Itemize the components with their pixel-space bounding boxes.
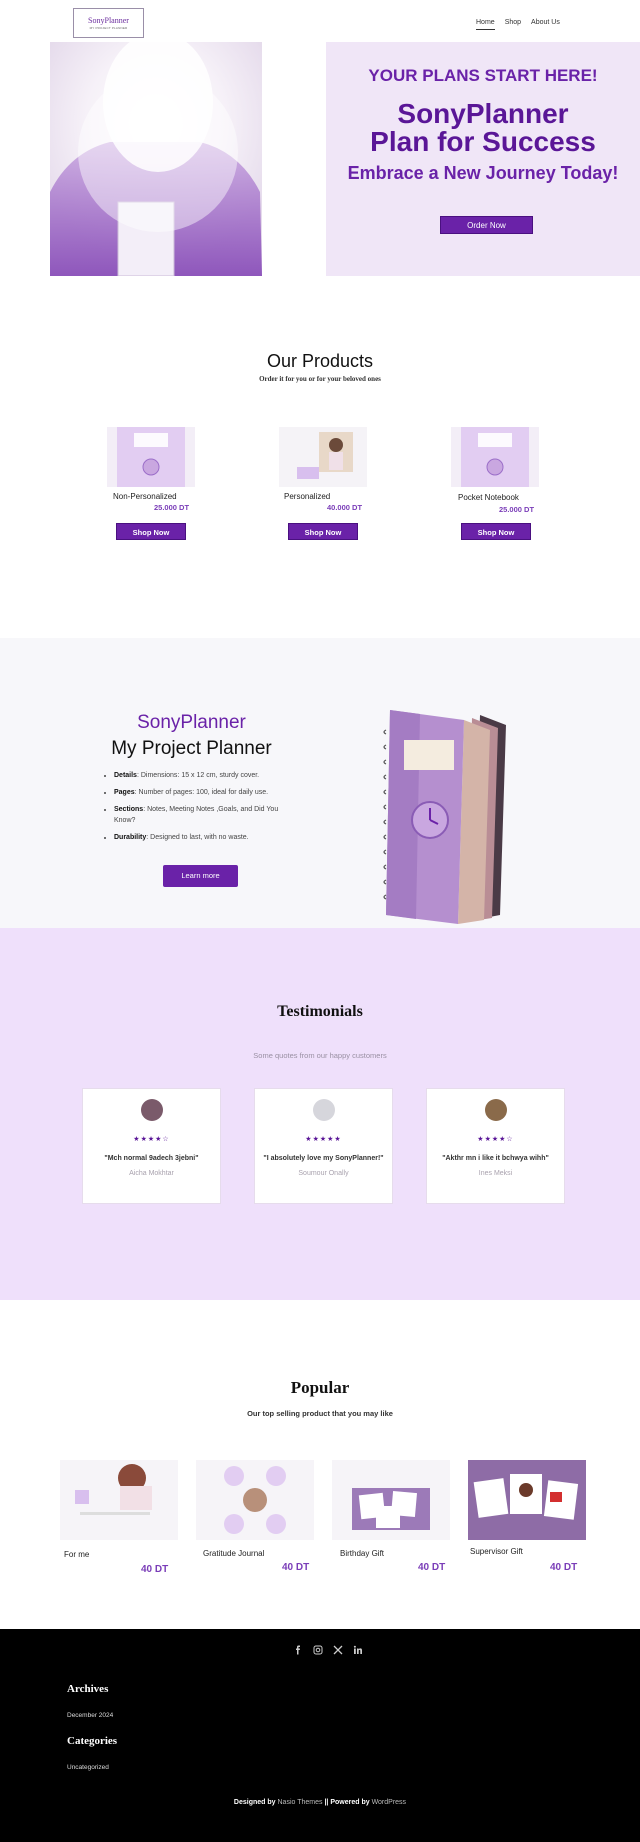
avatar — [312, 1099, 335, 1121]
popular-name: Birthday Gift — [340, 1549, 385, 1558]
testimonials-subtitle: Some quotes from our happy customers — [253, 1051, 387, 1060]
testimonials-title: Testimonials — [277, 1003, 363, 1020]
nav-about-us[interactable]: About Us — [531, 19, 560, 30]
product-image-pocket-notebook[interactable] — [451, 427, 539, 487]
category-link[interactable]: Uncategorized — [67, 1764, 109, 1771]
instagram-icon[interactable] — [313, 1642, 323, 1655]
popular-image-for-me[interactable] — [60, 1460, 178, 1540]
hero-title: SonyPlanner Plan for Success — [326, 100, 640, 156]
products-title: Our Products — [266, 351, 374, 371]
avatar — [140, 1099, 163, 1121]
planner-brand: SonyPlanner — [137, 712, 246, 733]
planner-book-image — [380, 710, 510, 925]
logo-tagline: MY PROJECT PLANNER — [89, 26, 128, 30]
product-name: Non-Personalized — [113, 492, 177, 501]
product-price: 25.000 DT — [154, 503, 190, 512]
testimonial-quote: "Mch normal 9adech 3jebni" — [104, 1155, 199, 1162]
site-logo[interactable]: SonyPlanner MY PROJECT PLANNER — [73, 8, 144, 38]
rating-stars: ★★★★☆ — [133, 1136, 170, 1143]
nav-shop[interactable]: Shop — [505, 19, 521, 30]
linkedin-icon[interactable] — [353, 1642, 363, 1654]
avatar — [484, 1099, 507, 1121]
social-links — [293, 1642, 363, 1655]
shop-now-button[interactable]: Shop Now — [116, 523, 186, 540]
popular-image-supervisor-gift[interactable] — [468, 1460, 586, 1540]
feature-details: Details: Dimensions: 15 x 12 cm, sturdy … — [114, 770, 286, 781]
theme-link[interactable]: Nasio Themes — [278, 1799, 323, 1806]
product-price: 40.000 DT — [327, 503, 363, 512]
planner-title: My Project Planner — [111, 738, 272, 759]
hero-image — [50, 42, 262, 276]
feature-durability: Durability: Designed to last, with no wa… — [114, 832, 286, 843]
shop-now-button[interactable]: Shop Now — [461, 523, 531, 540]
shop-now-button[interactable]: Shop Now — [288, 523, 358, 540]
popular-price: 40 DT — [418, 1562, 446, 1573]
x-twitter-icon[interactable] — [333, 1642, 343, 1655]
wordpress-link[interactable]: WordPress — [372, 1799, 407, 1806]
popular-price: 40 DT — [282, 1562, 310, 1573]
hero-title-line2: Plan for Success — [370, 126, 596, 157]
popular-name: Supervisor Gift — [470, 1547, 523, 1556]
product-image-personalized[interactable] — [279, 427, 367, 487]
order-now-button[interactable]: Order Now — [440, 216, 533, 234]
popular-image-gratitude-journal[interactable] — [196, 1460, 314, 1540]
popular-subtitle: Our top selling product that you may lik… — [247, 1409, 393, 1418]
facebook-icon[interactable] — [293, 1642, 303, 1655]
planner-section — [0, 638, 640, 928]
testimonial-author: Soumour Onally — [298, 1170, 349, 1177]
product-name: Pocket Notebook — [458, 493, 519, 502]
archive-link[interactable]: December 2024 — [67, 1712, 113, 1719]
testimonial-card: ★★★★☆ "Mch normal 9adech 3jebni" Aicha M… — [82, 1088, 221, 1204]
rating-stars: ★★★★★ — [305, 1136, 342, 1143]
popular-name: For me — [64, 1550, 90, 1559]
categories-heading: Categories — [67, 1735, 118, 1747]
footer-credits: Designed by Nasio Themes || Powered by W… — [233, 1799, 407, 1806]
popular-title: Popular — [290, 1378, 350, 1397]
feature-sections: Sections: Notes, Meeting Notes ,Goals, a… — [114, 804, 286, 826]
product-image-non-personalized[interactable] — [107, 427, 195, 487]
nav-home[interactable]: Home — [476, 19, 495, 30]
hero-title-line1: SonyPlanner — [397, 98, 569, 129]
testimonial-author: Ines Meksi — [478, 1170, 513, 1177]
testimonial-card: ★★★★☆ "Akthr mn i like it bchwya wihh" I… — [426, 1088, 565, 1204]
testimonial-card: ★★★★★ "I absolutely love my SonyPlanner!… — [254, 1088, 393, 1204]
logo-name: SonyPlanner — [88, 16, 129, 25]
testimonial-author: Aicha Mokhtar — [129, 1170, 174, 1177]
popular-price: 40 DT — [550, 1562, 578, 1573]
planner-features: Details: Dimensions: 15 x 12 cm, sturdy … — [106, 770, 286, 849]
popular-image-birthday-gift[interactable] — [332, 1460, 450, 1540]
products-subtitle: Order it for you or for your beloved one… — [259, 375, 381, 383]
learn-more-button[interactable]: Learn more — [163, 865, 238, 887]
product-price: 25.000 DT — [499, 505, 535, 514]
popular-price: 40 DT — [141, 1564, 169, 1575]
feature-pages: Pages: Number of pages: 100, ideal for d… — [114, 787, 286, 798]
hero-subtitle: Embrace a New Journey Today! — [347, 163, 619, 183]
main-nav: Home Shop About Us — [476, 19, 560, 30]
hero-kicker: YOUR PLANS START HERE! — [368, 66, 598, 85]
testimonial-quote: "I absolutely love my SonyPlanner!" — [263, 1155, 384, 1162]
popular-name: Gratitude Journal — [203, 1549, 265, 1558]
archives-heading: Archives — [67, 1683, 109, 1695]
rating-stars: ★★★★☆ — [477, 1136, 514, 1143]
testimonial-quote: "Akthr mn i like it bchwya wihh" — [442, 1155, 549, 1162]
product-name: Personalized — [284, 492, 331, 501]
